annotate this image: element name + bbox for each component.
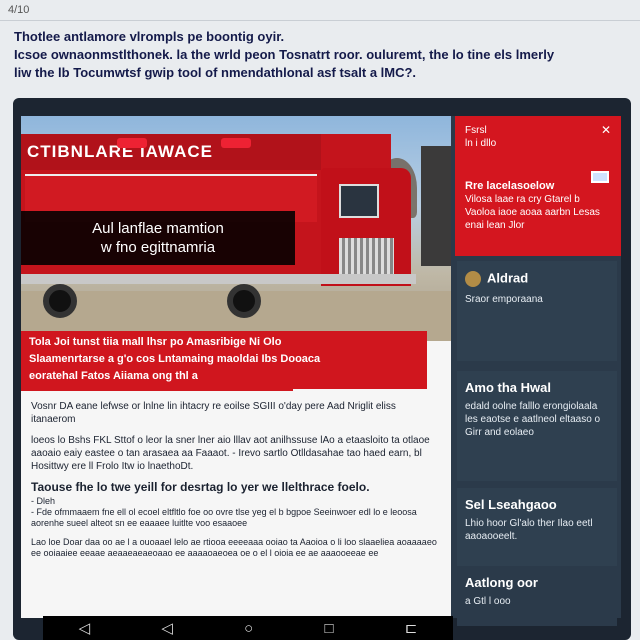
sidebar-card-title: Amo tha Hwal	[465, 380, 551, 395]
avatar	[465, 271, 481, 287]
close-icon[interactable]: ✕	[601, 124, 611, 137]
emergency-light	[117, 138, 147, 148]
sidebar-featured-title: Rre lacelasoelow	[465, 180, 555, 192]
sidebar-featured-card[interactable]: Fsrsl ln i dllo ✕ Rre lacelasoelow Vilos…	[455, 116, 621, 256]
image-caption: Aul lanflae mamtion w fno egittnamria	[21, 211, 295, 265]
caption-line-2: w fno egittnamria	[100, 239, 216, 256]
article-subhead-note: - Dleh	[31, 496, 56, 506]
article-paragraph: Vosnr DA eane lefwse or lnlne lin ihtacr…	[31, 401, 396, 425]
home-icon[interactable]: ○	[244, 620, 253, 637]
alert-banner[interactable]: Tola Joi tunst tiia mall lhsr po Amasrib…	[21, 331, 427, 389]
hero-image: CTIBNLARE IAWACE Aul lanflae mamtion w f…	[21, 116, 451, 341]
truck-body: CTIBNLARE IAWACE	[21, 134, 321, 170]
screen-content: CTIBNLARE IAWACE Aul lanflae mamtion w f…	[21, 116, 621, 626]
cab-window	[339, 184, 379, 218]
alert-line-2: Slaamenrtarse a g'o cos Lntamaing maolda…	[29, 353, 321, 365]
sidebar-card-body: Lhio hoor Gl'alo ther Ilao eetl aaoaooee…	[465, 518, 593, 542]
intro-line-2: Icsoe ownaonmstlthonek. la the wrld peon…	[14, 47, 555, 62]
page-tag: 4/10	[8, 4, 30, 16]
menu-icon[interactable]: ⊏	[405, 619, 418, 637]
article-paragraph: Lao loe Doar daa oo ae l a ouoaael lelo …	[31, 537, 437, 558]
building	[421, 146, 451, 266]
image-icon	[591, 171, 609, 183]
alert-line-3: eoratehal Fatos Aiiama ong thl a	[29, 370, 198, 382]
sidebar-card[interactable]: Aatlong oor a Gtl l ooo	[457, 566, 617, 626]
android-nav-bar: ◁ ◁ ○ □ ⊏	[43, 616, 453, 640]
sidebar-featured-top2: ln i dllo	[465, 138, 497, 149]
intro-line-1: Thotlee antlamore vlrompls pe boontig oy…	[14, 29, 285, 44]
article-subhead: Taouse fhe lo twe yeill for desrtag lo y…	[31, 480, 370, 494]
emergency-light	[221, 138, 251, 148]
main-article-pane: CTIBNLARE IAWACE Aul lanflae mamtion w f…	[21, 116, 451, 618]
article-body: Vosnr DA eane lefwse or lnlne lin ihtacr…	[21, 396, 451, 618]
truck-grille	[339, 238, 394, 278]
sidebar-card-body: a Gtl l ooo	[465, 596, 511, 607]
alert-line-1: Tola Joi tunst tiia mall lhsr po Amasrib…	[29, 336, 282, 348]
sidebar-card-body: edald oolne falllo erongiolaala les eaot…	[465, 401, 601, 438]
truck-bumper	[21, 274, 416, 284]
sidebar-card-title-text: Aldrad	[487, 270, 529, 286]
sidebar-featured-body: Vilosa laae ra cry Gtarel b Vaoloa iaoe …	[465, 194, 600, 231]
sidebar-card-title: Sel Lseahgaoo	[465, 497, 557, 512]
sidebar-card-title: Aatlong oor	[465, 575, 538, 590]
truck-wheel	[227, 284, 261, 318]
truck-cab	[321, 168, 411, 286]
article-paragraph: - Fde ofmmaaem fne ell ol ecoel eltfltlo…	[31, 507, 417, 528]
sidebar-featured-top: Fsrsl	[465, 125, 487, 136]
article-paragraph: loeos lo Bshs FKL Sttof o leor la sner l…	[31, 435, 430, 472]
top-divider	[0, 20, 640, 21]
truck-wheel	[43, 284, 77, 318]
back-alt-icon[interactable]: ◁	[161, 619, 173, 637]
sidebar-card[interactable]: Amo tha Hwal edald oolne falllo erongiol…	[457, 371, 617, 481]
back-icon[interactable]: ◁	[79, 619, 91, 637]
device-screen: CTIBNLARE IAWACE Aul lanflae mamtion w f…	[13, 98, 631, 640]
intro-line-3: liw the lb Tocumwtsf gwip tool of nmenda…	[14, 65, 417, 80]
caption-line-1: Aul lanflae mamtion	[92, 220, 224, 237]
sidebar-card-title: Aldrad	[465, 271, 609, 287]
sidebar-card-body: Sraor emporaana	[465, 294, 543, 305]
sidebar-card[interactable]: Aldrad Sraor emporaana	[457, 261, 617, 361]
sidebar: Fsrsl ln i dllo ✕ Rre lacelasoelow Vilos…	[451, 116, 621, 626]
intro-text: Thotlee antlamore vlrompls pe boontig oy…	[14, 28, 626, 82]
recent-apps-icon[interactable]: □	[324, 620, 333, 637]
